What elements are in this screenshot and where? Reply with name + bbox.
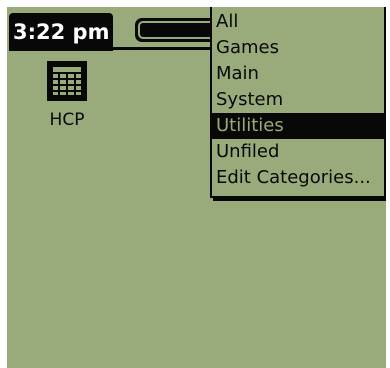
menu-item-main[interactable]: Main [212,61,384,87]
title-underline [9,47,215,50]
app-label-hcp: HCP [49,110,85,130]
menu-item-games[interactable]: Games [212,35,384,61]
palm-screen: 3:22 pm HCP All Games Main System Utilit… [7,7,386,368]
menu-item-system[interactable]: System [212,87,384,113]
category-menu: All Games Main System Utilities Unfiled … [210,7,386,198]
calculator-grid-icon [47,61,87,101]
menu-item-all[interactable]: All [212,9,384,35]
menu-item-unfiled[interactable]: Unfiled [212,139,384,165]
category-trigger-inner [138,21,220,39]
clock-time: 3:22 pm [13,20,110,44]
menu-item-utilities[interactable]: Utilities [212,113,384,139]
menu-item-edit-categories[interactable]: Edit Categories... [212,165,384,191]
clock-tab[interactable]: 3:22 pm [9,13,113,51]
app-hcp[interactable]: HCP [37,59,97,130]
